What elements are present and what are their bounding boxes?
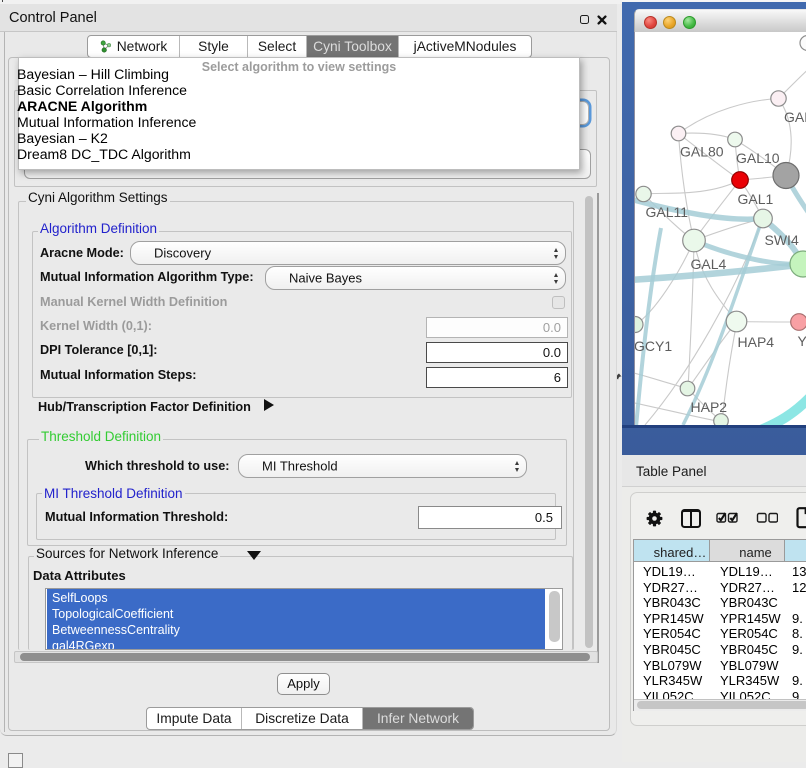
svg-text:GAL10: GAL10 <box>736 150 780 166</box>
svg-text:SWI4: SWI4 <box>765 232 799 248</box>
svg-text:GAL11: GAL11 <box>646 204 689 220</box>
svg-text:GCY1: GCY1 <box>635 338 672 354</box>
svg-text:GAL80: GAL80 <box>680 144 724 160</box>
svg-text:HAP2: HAP2 <box>691 399 728 415</box>
svg-text:GAL4: GAL4 <box>691 256 727 272</box>
svg-text:YJ: YJ <box>798 333 806 349</box>
svg-text:HAP4: HAP4 <box>738 334 775 350</box>
svg-text:GAL2: GAL2 <box>784 109 806 125</box>
svg-text:GAL1: GAL1 <box>738 191 774 207</box>
